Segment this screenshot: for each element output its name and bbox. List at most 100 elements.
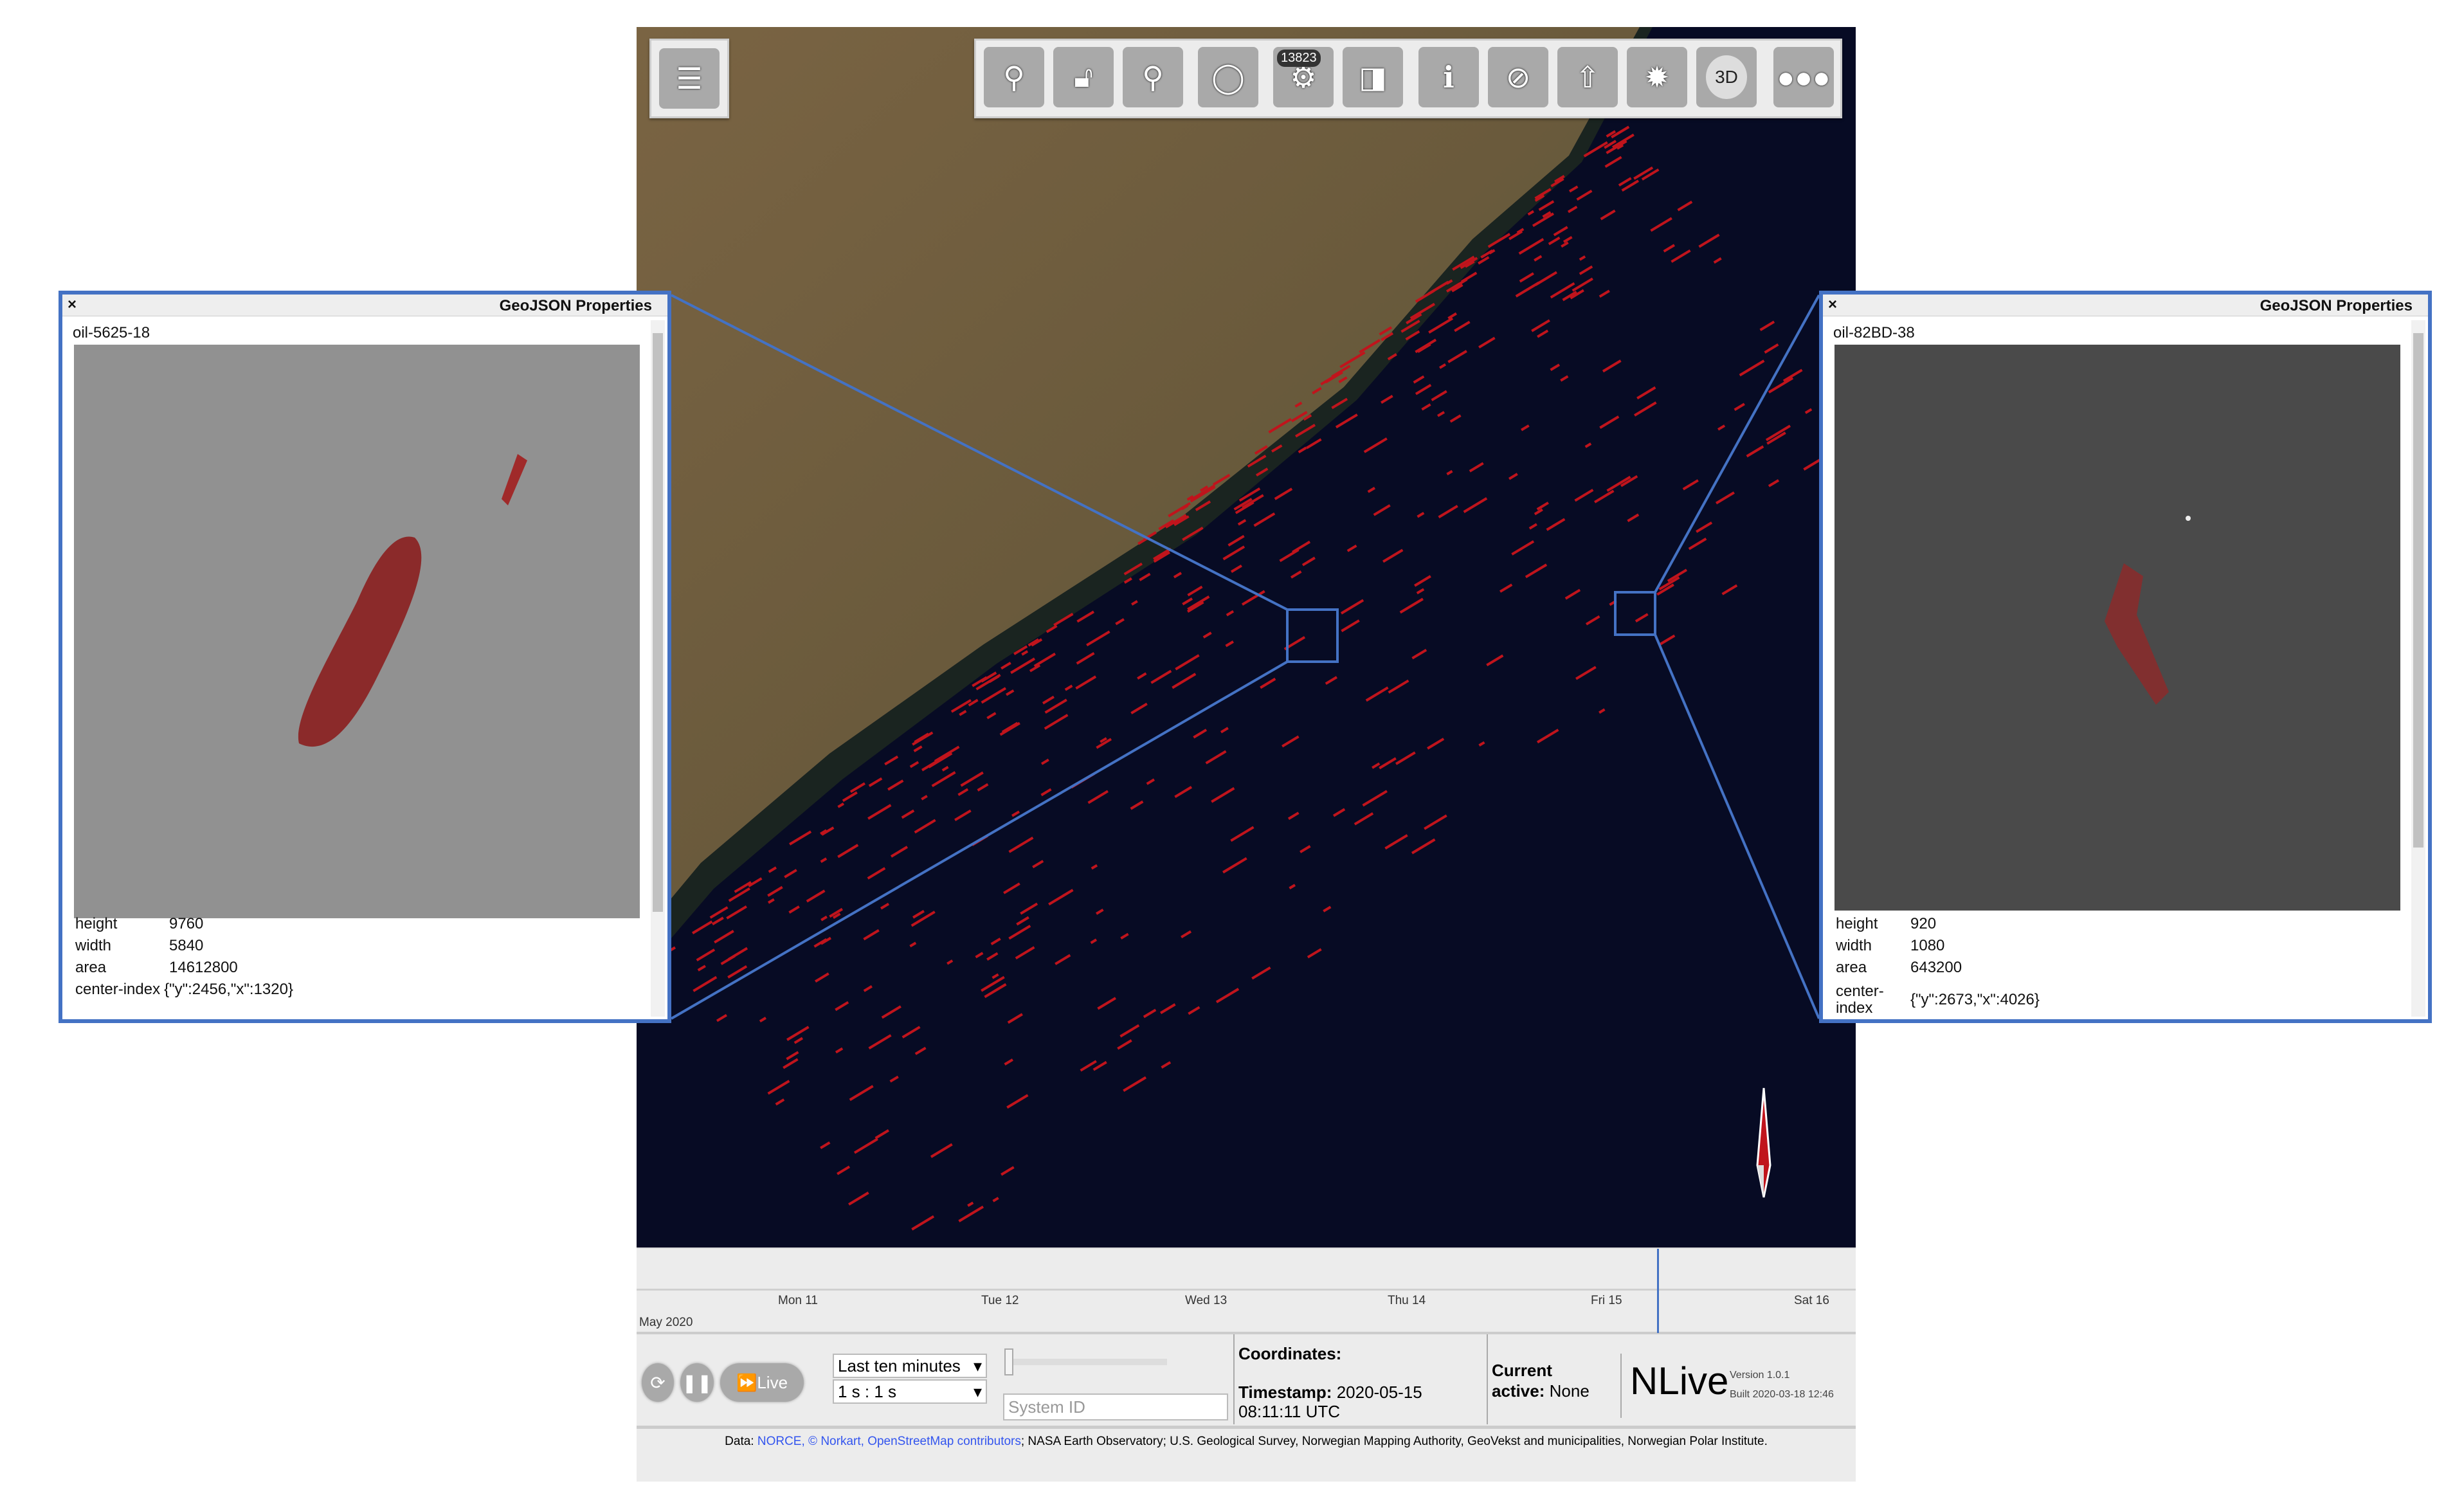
oil-slick-mark [769, 867, 776, 872]
oil-slick-mark [1573, 278, 1593, 291]
live-button[interactable]: ⏩Live [720, 1363, 804, 1402]
map-view[interactable] [637, 27, 1856, 1248]
oil-slick-mark [1131, 802, 1143, 809]
oil-slick-mark [1415, 576, 1431, 586]
oil-slick-mark [876, 1130, 889, 1138]
oil-slick-mark [1092, 866, 1097, 869]
oil-slick-mark [768, 900, 774, 903]
oil-slick-mark [916, 1048, 926, 1054]
oil-slick-mark [1087, 631, 1109, 645]
oil-slick-mark [1689, 539, 1707, 549]
oil-slick-mark [1385, 835, 1407, 849]
oil-slick-mark [729, 948, 747, 959]
oil-slick-mark [1606, 141, 1626, 153]
scrollbar[interactable] [2411, 320, 2425, 1017]
oil-slick-mark [1417, 513, 1424, 517]
close-button[interactable]: × [68, 296, 77, 314]
oil-slick-mark [1091, 939, 1096, 943]
oil-slick-mark [843, 792, 857, 801]
scrollbar[interactable] [651, 320, 665, 1017]
oil-slick-mark [1289, 885, 1295, 888]
oil-slick-mark [1118, 1040, 1131, 1049]
oil-slick-mark [1355, 813, 1373, 824]
oil-slick-mark [1549, 238, 1560, 244]
info-button[interactable]: ℹ [1418, 47, 1479, 107]
oil-slick-mark [959, 711, 966, 715]
norkart-link[interactable]: © Norkart, [808, 1435, 864, 1448]
oil-slick-mark [903, 1027, 920, 1037]
oil-slick-mark [1175, 655, 1199, 669]
osm-link[interactable]: OpenStreetMap contributors [867, 1435, 1021, 1448]
oil-slick-mark [1252, 968, 1270, 979]
oil-slick-mark [987, 953, 997, 959]
time-range-select[interactable]: Last ten minutes▾ [833, 1354, 987, 1378]
oil-slick-mark [912, 732, 932, 745]
lock-button[interactable]: 🔓︎ [1053, 47, 1114, 107]
oil-slick-mark [820, 1143, 829, 1148]
oil-slick-mark [975, 953, 983, 957]
settings-button[interactable]: ✹ [1627, 47, 1687, 107]
oil-slick-mark [1017, 918, 1029, 925]
oil-slick-mark [786, 1052, 798, 1059]
oil-slick-mark [1121, 934, 1128, 938]
search-button[interactable]: ⚲ [984, 47, 1044, 107]
add-placemark-button[interactable]: ⚲ [1123, 47, 1183, 107]
3d-button[interactable]: 3D [1696, 47, 1757, 107]
pause-button[interactable]: ❚❚ [680, 1363, 714, 1402]
oil-slick-mark [1046, 700, 1067, 712]
compass-button[interactable]: ⊘ [1488, 47, 1548, 107]
scrollbar-thumb[interactable] [653, 333, 663, 912]
oil-slick-mark [888, 781, 903, 790]
oil-slick-mark [1427, 739, 1444, 748]
oil-slick-mark [1539, 201, 1554, 210]
system-id-input[interactable]: System ID [1003, 1393, 1228, 1420]
oil-slick-mark [1429, 318, 1453, 332]
scrollbar-thumb[interactable] [2413, 333, 2423, 848]
oil-slick-mark [1348, 546, 1357, 551]
reset-button[interactable]: ⟳ [642, 1363, 674, 1402]
oil-slick-mark [1147, 779, 1154, 784]
more-button[interactable]: ●●● [1773, 47, 1834, 107]
norce-link[interactable]: NORCE, [757, 1435, 805, 1448]
vessels-button[interactable]: ⚙13823 [1273, 47, 1334, 107]
oil-slick-mark [869, 1035, 891, 1048]
close-button[interactable]: × [1828, 296, 1837, 314]
oil-slick-mark [1193, 730, 1206, 738]
oil-slick-mark [972, 836, 988, 845]
share-button[interactable]: ⇧ [1557, 47, 1618, 107]
oil-slick-mark [1500, 585, 1512, 592]
property-row: width5840 [75, 937, 293, 959]
oil-slick-mark [1334, 809, 1345, 815]
oil-slick-mark [790, 831, 811, 844]
oil-slick-mark [727, 907, 747, 918]
oil-slick-mark [1554, 227, 1568, 235]
oil-slick-mark [1368, 488, 1375, 492]
info-icon: ℹ [1443, 60, 1454, 95]
menu-button[interactable]: ☰ [659, 48, 720, 109]
oil-slick-mark [1716, 493, 1734, 504]
oil-slick-mark [955, 811, 971, 821]
oil-slick-mark [1660, 635, 1674, 644]
oil-slick-mark [821, 917, 827, 920]
oil-slick-mark [836, 1048, 842, 1052]
oil-slick-mark [1627, 514, 1638, 521]
oil-slick-mark [1603, 361, 1621, 372]
oil-slick-mark [1439, 506, 1458, 518]
speed-select[interactable]: 1 s : 1 s▾ [833, 1379, 987, 1404]
oil-slick-mark [1009, 926, 1030, 939]
oil-slick-mark [912, 912, 935, 926]
timeline-cursor[interactable] [1657, 1249, 1659, 1333]
oil-slick-mark [1077, 653, 1094, 664]
popup-header: × GeoJSON Properties [1823, 295, 2428, 316]
time-slider[interactable] [1006, 1359, 1167, 1365]
oil-slick-mark [1740, 361, 1764, 376]
timeline[interactable]: Mon 11 Tue 12 Wed 13 Thu 14 Fri 15 Sat 1… [637, 1248, 1856, 1334]
layers-button[interactable]: ◨ [1343, 47, 1403, 107]
oil-slick-mark [891, 847, 907, 857]
comment-button[interactable]: ◯ [1198, 47, 1258, 107]
oil-slick-mark [1226, 642, 1233, 646]
oil-slick-mark [807, 891, 825, 902]
slider-handle[interactable] [1004, 1348, 1013, 1375]
oil-slick-mark [714, 931, 734, 943]
oil-slick-mark [1600, 417, 1618, 428]
